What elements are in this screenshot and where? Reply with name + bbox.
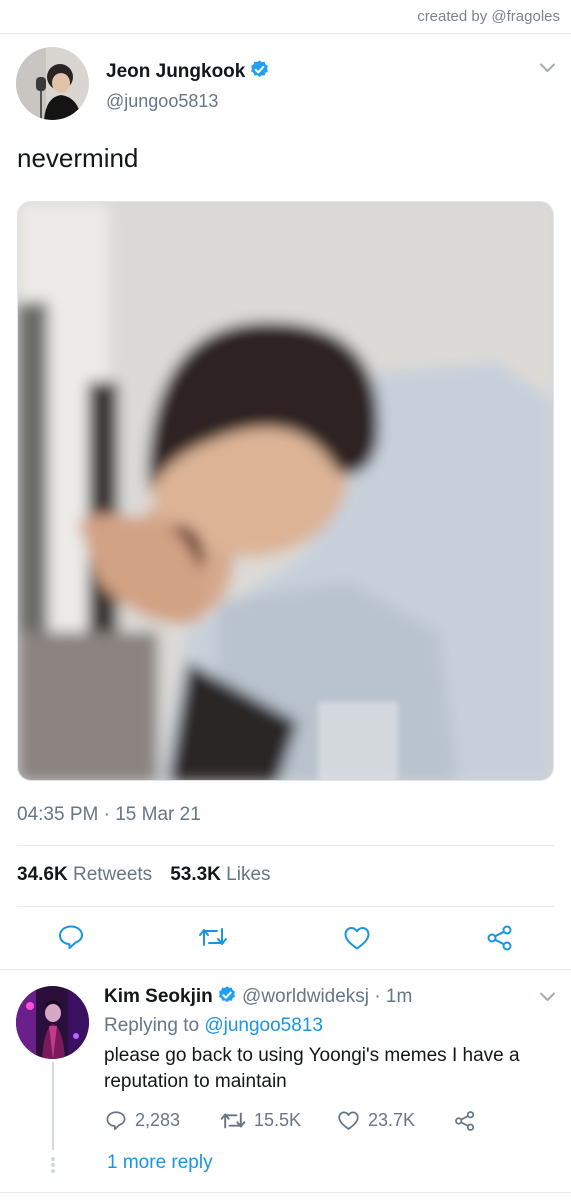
author-handle[interactable]: @jungoo5813 [106, 91, 218, 112]
retweet-button[interactable] [198, 925, 228, 949]
author-avatar[interactable] [16, 47, 89, 120]
like-icon [344, 927, 370, 950]
reply-time: · 1m [374, 986, 413, 1007]
like-icon [338, 1111, 359, 1130]
author-name-text[interactable]: Jeon Jungkook [106, 61, 245, 82]
reply-count: 2,283 [135, 1110, 181, 1130]
verified-badge-icon [217, 985, 237, 1011]
tweet-stats: 34.6K Retweets 53.3K Likes [17, 864, 271, 886]
replying-prefix: Replying to [104, 1015, 200, 1036]
credit-text: created by @fragoles [417, 8, 560, 25]
like-button[interactable] [343, 925, 371, 951]
reply-header: Kim Seokjin @worldwideksj · 1m [104, 985, 412, 1011]
thread-dot [51, 1157, 55, 1161]
thread-dot [51, 1163, 55, 1167]
retweets-stat[interactable]: 34.6K Retweets [17, 864, 152, 885]
replying-to-link[interactable]: @jungoo5813 [204, 1015, 323, 1036]
top-divider [0, 33, 571, 34]
tweet-text: nevermind [17, 143, 139, 173]
tweet-photo[interactable] [17, 201, 554, 781]
retweet-icon [199, 928, 227, 946]
reply-author-avatar[interactable] [16, 986, 89, 1059]
reply-like-button[interactable]: 23.7K [337, 1110, 415, 1131]
more-replies-link[interactable]: 1 more reply [107, 1152, 213, 1174]
reply-share-button[interactable] [454, 1110, 484, 1132]
likes-stat[interactable]: 53.3K Likes [170, 864, 270, 885]
retweets-label: Retweets [72, 864, 153, 885]
reply-author-handle[interactable]: @worldwideksj [242, 986, 369, 1007]
reply-text: please go back to using Yoongi's memes I… [104, 1045, 520, 1092]
stats-divider [17, 906, 554, 907]
share-button[interactable] [486, 924, 514, 952]
reply-retweet-button[interactable]: 15.5K [220, 1110, 301, 1131]
replying-to: Replying to @jungoo5813 [104, 1015, 323, 1037]
share-icon [487, 925, 512, 951]
reply-button[interactable] [57, 924, 85, 950]
meta-divider [17, 845, 554, 846]
tweet-timestamp[interactable]: 04:35 PM · 15 Mar 21 [17, 804, 201, 826]
verified-badge-icon [249, 59, 270, 86]
thread-line [52, 1062, 54, 1150]
reply-retweet-count: 15.5K [254, 1110, 302, 1130]
reply-reply-button[interactable]: 2,283 [105, 1110, 180, 1131]
reply-bottom-divider [0, 1192, 571, 1193]
chevron-down-icon[interactable] [539, 61, 556, 79]
tweet-bottom-divider [0, 969, 571, 970]
likes-count: 53.3K [170, 864, 221, 885]
reply-icon [106, 1111, 126, 1131]
share-icon [455, 1111, 475, 1131]
reply-icon [59, 925, 83, 949]
thread-dot [51, 1169, 55, 1173]
retweets-count: 34.6K [17, 864, 68, 885]
likes-label: Likes [226, 864, 271, 885]
reply-author-name[interactable]: Kim Seokjin [104, 986, 213, 1007]
retweet-icon [220, 1112, 246, 1129]
reply-like-count: 23.7K [368, 1110, 416, 1130]
chevron-down-icon[interactable] [539, 990, 556, 1008]
author-name[interactable]: Jeon Jungkook [106, 59, 270, 86]
